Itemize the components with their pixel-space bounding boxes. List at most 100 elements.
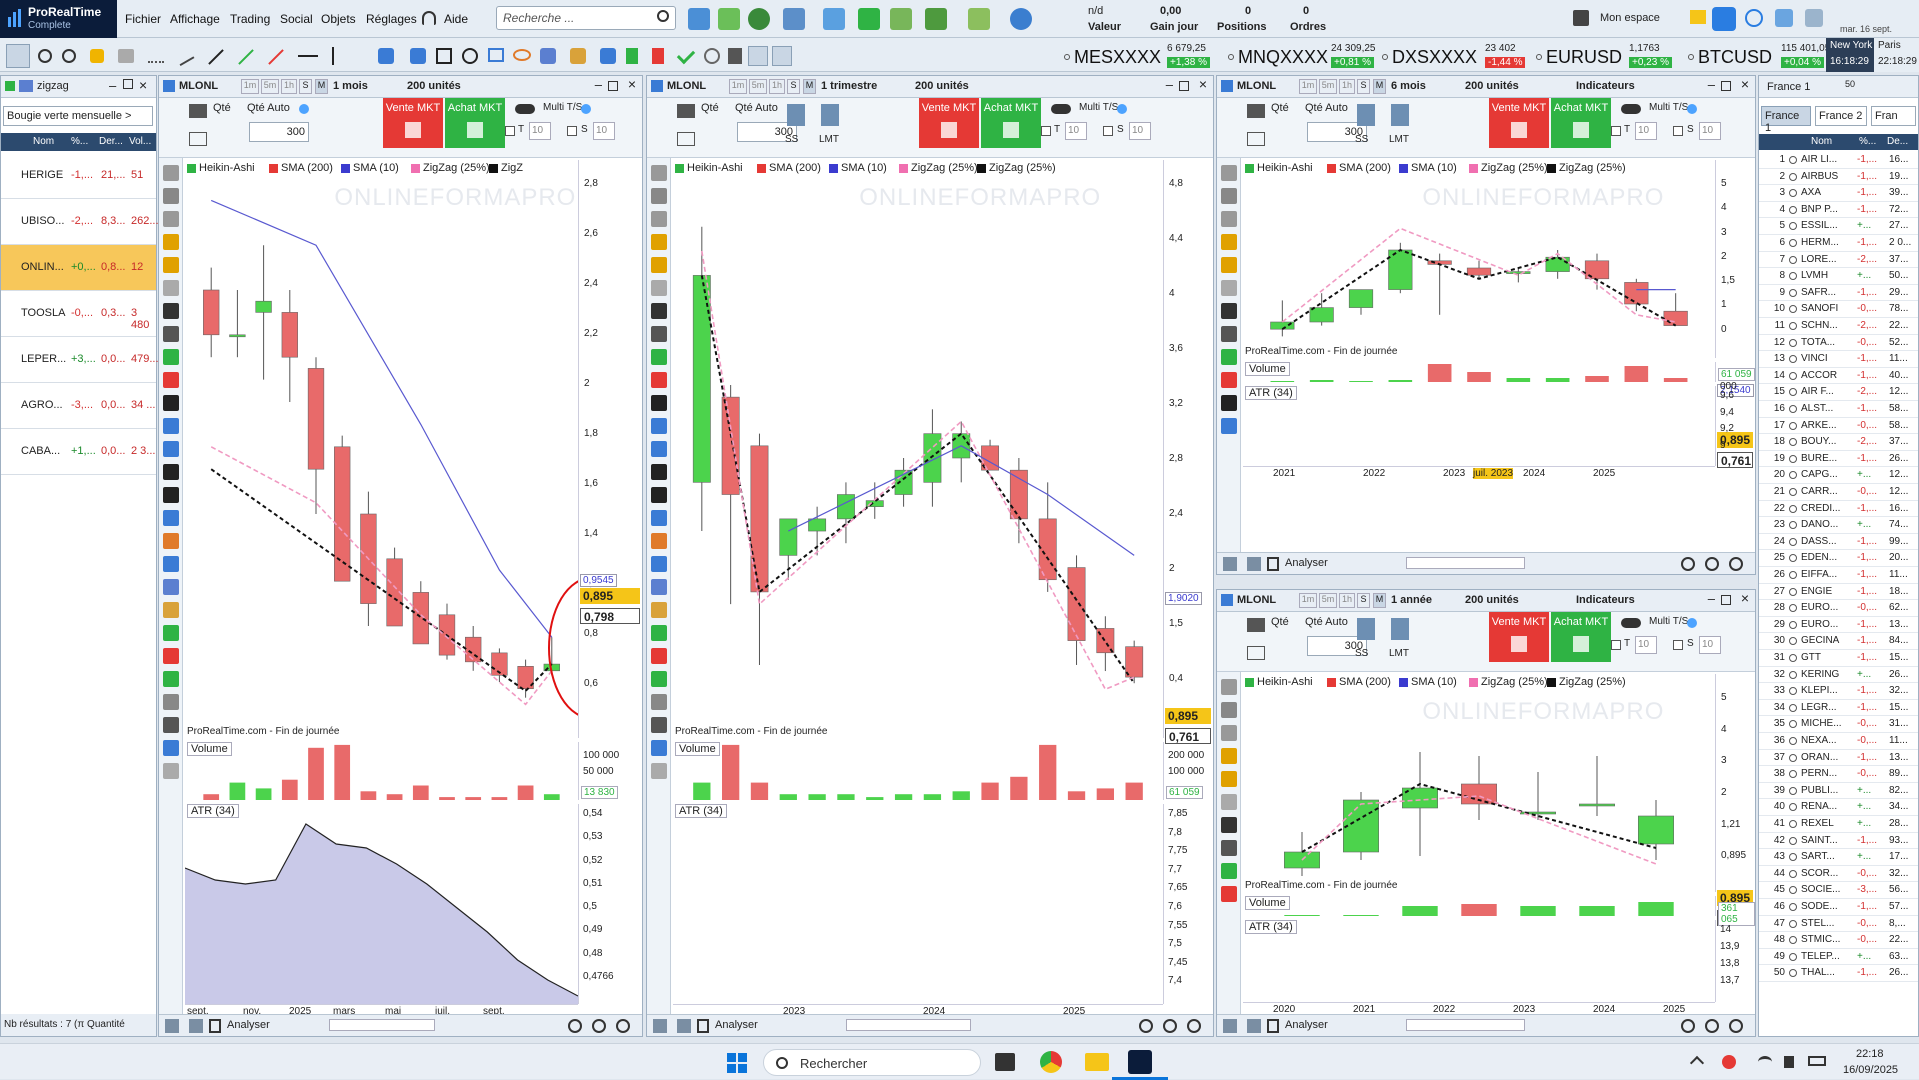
quote-dxsxxxx[interactable]: DXSXXXX 23 402 -1,44 % bbox=[1382, 43, 1532, 71]
sound-icon[interactable] bbox=[1712, 7, 1736, 31]
maximize-icon[interactable] bbox=[608, 81, 618, 91]
period-5m[interactable]: 5m bbox=[1319, 593, 1337, 608]
draw-tool-icon[interactable] bbox=[1220, 886, 1237, 902]
symbol-select[interactable]: MLONL bbox=[1237, 594, 1276, 606]
watchlist-row[interactable]: 26 EIFFA... -1,... 11... bbox=[1759, 567, 1918, 584]
zoom-fit-icon[interactable] bbox=[1729, 1019, 1743, 1033]
watchlist-row[interactable]: 40 RENA... +... 34... bbox=[1759, 799, 1918, 816]
chart-settings-icon[interactable] bbox=[677, 104, 695, 118]
draw-tool-icon[interactable] bbox=[1220, 702, 1237, 718]
multi-info-icon[interactable] bbox=[1687, 618, 1697, 628]
quote-mesxxxx[interactable]: MESXXXX 6 679,25 +1,38 % bbox=[1064, 43, 1214, 71]
wifi-icon[interactable] bbox=[1758, 1056, 1772, 1068]
refresh-icon[interactable] bbox=[1745, 9, 1763, 27]
watchlist-row[interactable]: 4 BNP P... -1,... 72... bbox=[1759, 202, 1918, 219]
settings-gear-icon[interactable] bbox=[704, 48, 720, 64]
watchlist-row[interactable]: 50 THAL... -1,... 26... bbox=[1759, 965, 1918, 982]
watchlist-row[interactable]: 37 ORAN... -1,... 13... bbox=[1759, 750, 1918, 767]
qty-input[interactable]: 300 bbox=[249, 122, 309, 142]
legend-label-ha[interactable]: Heikin-Ashi bbox=[1257, 676, 1313, 688]
buy-market-button[interactable]: Achat MKT bbox=[1551, 612, 1611, 662]
stop-icon[interactable] bbox=[1357, 104, 1375, 126]
draw-tool-icon[interactable] bbox=[650, 671, 667, 687]
close-icon[interactable]: × bbox=[1741, 590, 1749, 606]
watchlist-title[interactable]: France 1 bbox=[1767, 81, 1810, 93]
screener-title[interactable]: zigzag bbox=[37, 80, 69, 92]
zoom-in-icon[interactable] bbox=[1139, 1019, 1153, 1033]
col-pct[interactable]: %... bbox=[1859, 136, 1876, 147]
draw-tool-icon[interactable] bbox=[650, 303, 667, 319]
t-input[interactable]: 10 bbox=[1065, 122, 1087, 140]
legend-label-ha[interactable]: Heikin-Ashi bbox=[1257, 162, 1313, 174]
buy-market-button[interactable]: Achat MKT bbox=[981, 98, 1041, 148]
draw-tool-icon[interactable] bbox=[1220, 372, 1237, 388]
prorealtime-taskbar-icon[interactable] bbox=[1128, 1050, 1152, 1074]
calculator-icon[interactable] bbox=[1247, 132, 1265, 146]
watchlist-row[interactable]: 32 KERING +... 26... bbox=[1759, 667, 1918, 684]
minimize-icon[interactable]: – bbox=[1708, 591, 1715, 606]
watchlist-row[interactable]: 38 PERN... -0,... 89... bbox=[1759, 766, 1918, 783]
draw-tool-icon[interactable] bbox=[650, 234, 667, 250]
t-input[interactable]: 10 bbox=[1635, 122, 1657, 140]
draw-tool-icon[interactable] bbox=[162, 234, 179, 250]
draw-tool-icon[interactable] bbox=[650, 326, 667, 342]
period-m[interactable]: M bbox=[1373, 593, 1386, 608]
legend-label-sma200[interactable]: SMA (200) bbox=[769, 162, 821, 174]
notification-icon[interactable] bbox=[1722, 1055, 1736, 1069]
watchlist-row[interactable]: 41 REXEL +... 28... bbox=[1759, 816, 1918, 833]
zoom-icon[interactable] bbox=[38, 49, 52, 63]
file-explorer-icon[interactable] bbox=[1085, 1053, 1109, 1071]
limit-icon[interactable] bbox=[1391, 104, 1409, 126]
draw-tool-icon[interactable] bbox=[650, 464, 667, 480]
draw-tool-icon[interactable] bbox=[162, 326, 179, 342]
watchlist-row[interactable]: 34 LEGR... -1,... 15... bbox=[1759, 700, 1918, 717]
draw-tool-icon[interactable] bbox=[1220, 326, 1237, 342]
legend-label-sma10[interactable]: SMA (10) bbox=[353, 162, 399, 174]
s-input[interactable]: 10 bbox=[593, 122, 615, 140]
draw-tool-icon[interactable] bbox=[1220, 725, 1237, 741]
draw-tool-icon[interactable] bbox=[650, 763, 667, 779]
close-icon[interactable]: × bbox=[1199, 76, 1207, 92]
draw-tool-icon[interactable] bbox=[162, 165, 179, 181]
legend-label-sma10[interactable]: SMA (10) bbox=[1411, 162, 1457, 174]
watchlist-row[interactable]: 47 STEL... -0,... 8,... bbox=[1759, 916, 1918, 933]
watchlist-row[interactable]: 3 AXA -1,... 39... bbox=[1759, 185, 1918, 202]
col-nom[interactable]: Nom bbox=[1811, 136, 1832, 147]
task-view-icon[interactable] bbox=[995, 1053, 1015, 1071]
draw-tool-icon[interactable] bbox=[162, 441, 179, 457]
draw-tool-icon[interactable] bbox=[162, 280, 179, 296]
close-icon[interactable]: × bbox=[1741, 76, 1749, 92]
screener-row[interactable]: TOOSLA -0,... 0,3... 3 480 bbox=[1, 291, 156, 337]
new-chart-icon[interactable] bbox=[783, 8, 805, 30]
analyser-button[interactable]: Analyser bbox=[227, 1019, 270, 1031]
minimize-icon[interactable]: – bbox=[1166, 77, 1173, 92]
legend-label-zz2[interactable]: ZigZag (25%) bbox=[1559, 162, 1626, 174]
menu-aide[interactable]: Aide bbox=[444, 12, 468, 26]
zoom-out-icon[interactable] bbox=[1163, 1019, 1177, 1033]
backtest-icon[interactable] bbox=[925, 8, 947, 30]
s-input[interactable]: 10 bbox=[1699, 636, 1721, 654]
buy-market-button[interactable]: Achat MKT bbox=[445, 98, 505, 148]
multi-toggle[interactable] bbox=[1051, 104, 1071, 114]
legend-label-zz[interactable]: ZigZag (25%) bbox=[1481, 676, 1548, 688]
legend-label-zz[interactable]: ZigZag (25%) bbox=[423, 162, 490, 174]
period-1m[interactable]: 1m bbox=[1299, 593, 1317, 608]
indicators-button[interactable]: Indicateurs bbox=[1576, 594, 1635, 606]
analyser-button[interactable]: Analyser bbox=[1285, 1019, 1328, 1031]
s-checkbox[interactable] bbox=[1673, 640, 1683, 650]
sell-market-button[interactable]: Vente MKT bbox=[1489, 612, 1549, 662]
draw-tool-icon[interactable] bbox=[162, 671, 179, 687]
qty-auto-label[interactable]: Qté Auto bbox=[1305, 616, 1348, 628]
draw-tool-icon[interactable] bbox=[162, 602, 179, 618]
period-1m[interactable]: 1m bbox=[729, 79, 747, 94]
scrollbar[interactable] bbox=[1406, 557, 1525, 569]
period-select[interactable]: 1 mois bbox=[333, 80, 368, 92]
draw-tool-icon[interactable] bbox=[162, 257, 179, 273]
col-pct[interactable]: %... bbox=[71, 136, 88, 147]
analyser-button[interactable]: Analyser bbox=[715, 1019, 758, 1031]
t-checkbox[interactable] bbox=[1611, 126, 1621, 136]
t-input[interactable]: 10 bbox=[1635, 636, 1657, 654]
zoom-fit-icon[interactable] bbox=[616, 1019, 630, 1033]
chart-settings-icon[interactable] bbox=[189, 104, 207, 118]
period-select[interactable]: 1 année bbox=[1391, 594, 1432, 606]
